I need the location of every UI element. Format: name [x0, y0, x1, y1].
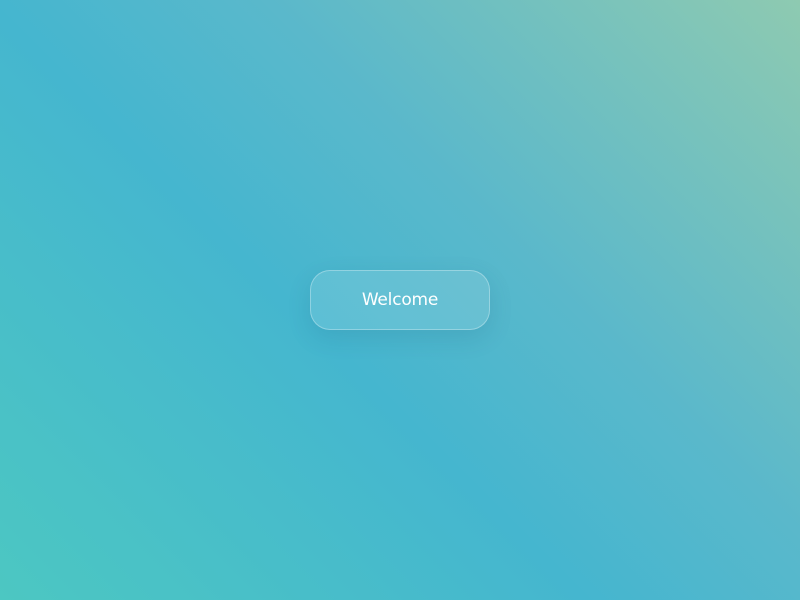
welcome-button[interactable]: Welcome — [310, 270, 490, 330]
welcome-button-label: Welcome — [361, 290, 439, 310]
